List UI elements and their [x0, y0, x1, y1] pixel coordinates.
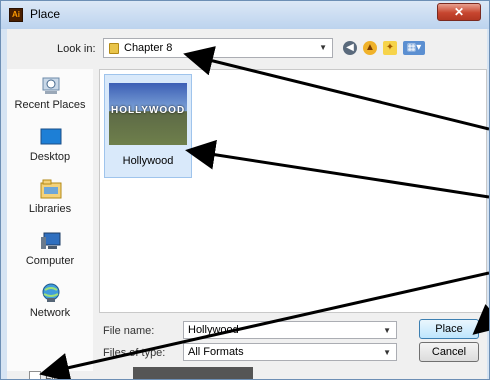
- callout-arrow-place: [472, 303, 489, 335]
- annotation-arrows: [39, 46, 489, 379]
- callout-arrow-look-in: [183, 46, 489, 131]
- callout-arrow-link: [39, 271, 489, 379]
- place-dialog: Ai Place ✕ Look in: Chapter 8 ▼ ◀ ▲ ✦ ▦▾…: [0, 0, 490, 380]
- callout-arrow-file: [185, 139, 489, 199]
